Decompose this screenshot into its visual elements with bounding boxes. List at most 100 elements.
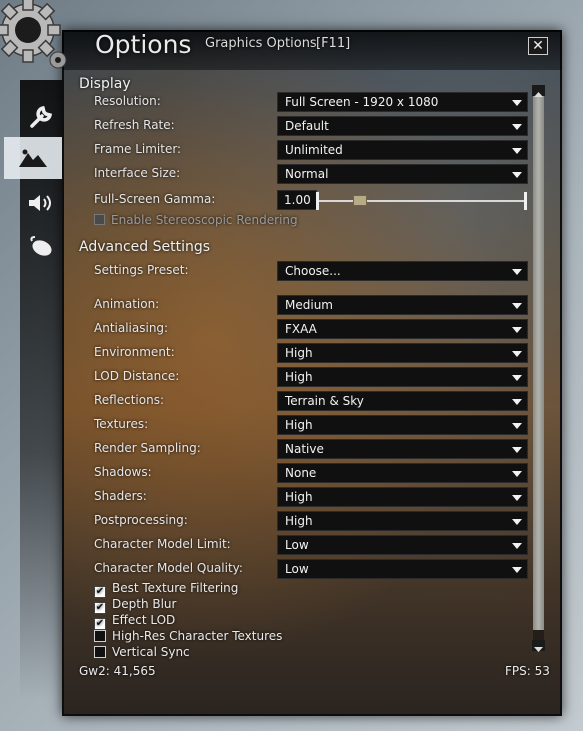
advanced-header: Advanced Settings <box>79 239 211 255</box>
postprocessing-label: Postprocessing: <box>94 513 188 527</box>
render-sampling-dropdown[interactable]: Native <box>277 439 528 459</box>
textures-label: Textures: <box>94 417 149 431</box>
textures-dropdown[interactable]: High <box>277 415 528 435</box>
animation-value: Medium <box>285 298 333 312</box>
gamma-slider-track[interactable] <box>318 200 526 202</box>
vertical-sync-label: Vertical Sync <box>112 645 190 659</box>
shaders-label: Shaders: <box>94 489 147 503</box>
build-number: Gw2: 41,565 <box>79 664 156 678</box>
character-model-limit-dropdown[interactable]: Low <box>277 535 528 555</box>
chevron-down-icon <box>512 351 522 357</box>
environment-label: Environment: <box>94 345 175 359</box>
frame-limiter-dropdown[interactable]: Unlimited <box>277 140 528 160</box>
character-model-quality-dropdown[interactable]: Low <box>277 559 528 579</box>
chevron-down-icon <box>512 375 522 381</box>
character-model-quality-label: Character Model Quality: <box>94 561 243 575</box>
effect-lod-checkbox[interactable]: ✔ Effect LOD <box>94 613 175 630</box>
scroll-up-button[interactable] <box>532 85 545 97</box>
chevron-down-icon <box>512 519 522 525</box>
tab-general[interactable] <box>20 96 62 138</box>
refresh-rate-value: Default <box>285 119 329 133</box>
speaker-icon <box>29 195 51 211</box>
stereo-checkbox: Enable Stereoscopic Rendering <box>94 213 298 227</box>
wrench-icon <box>30 105 53 128</box>
chevron-down-icon <box>512 447 522 453</box>
antialiasing-dropdown[interactable]: FXAA <box>277 319 528 339</box>
chevron-down-icon <box>512 423 522 429</box>
window-title: Options <box>95 30 192 59</box>
character-model-quality-value: Low <box>285 562 309 576</box>
scrollbar-thumb[interactable] <box>533 96 544 630</box>
gamma-label: Full-Screen Gamma: <box>94 192 216 206</box>
close-button[interactable]: ✕ <box>528 37 548 55</box>
high-res-character-textures-checkbox[interactable]: High-Res Character Textures <box>94 629 282 643</box>
gamma-slider-min <box>316 192 319 210</box>
resolution-label: Resolution: <box>94 94 161 108</box>
chevron-down-icon <box>512 303 522 309</box>
interface-size-label: Interface Size: <box>94 166 181 180</box>
shaders-dropdown[interactable]: High <box>277 487 528 507</box>
environment-value: High <box>285 346 313 360</box>
chevron-down-icon <box>512 567 522 573</box>
best-texture-filtering-checkbox[interactable]: ✔ Best Texture Filtering <box>94 581 238 598</box>
interface-size-dropdown[interactable]: Normal <box>277 164 528 184</box>
chevron-down-icon <box>512 471 522 477</box>
preset-dropdown[interactable]: Choose... <box>277 261 528 281</box>
chevron-down-icon <box>512 543 522 549</box>
chevron-down-icon <box>512 399 522 405</box>
animation-dropdown[interactable]: Medium <box>277 295 528 315</box>
frame-limiter-label: Frame Limiter: <box>94 142 182 156</box>
frame-limiter-value: Unlimited <box>285 143 343 157</box>
preset-label: Settings Preset: <box>94 263 189 277</box>
tab-graphics[interactable] <box>4 137 62 179</box>
shaders-value: High <box>285 490 313 504</box>
high-res-character-textures-label: High-Res Character Textures <box>112 629 283 643</box>
refresh-rate-dropdown[interactable]: Default <box>277 116 528 136</box>
mountains-icon <box>19 149 47 167</box>
environment-dropdown[interactable]: High <box>277 343 528 363</box>
checkbox-empty-icon <box>94 630 106 642</box>
shadows-dropdown[interactable]: None <box>277 463 528 483</box>
preset-value: Choose... <box>285 264 341 278</box>
reflections-label: Reflections: <box>94 393 165 407</box>
stereo-label: Enable Stereoscopic Rendering <box>111 213 298 227</box>
display-header: Display <box>79 76 131 92</box>
shadows-value: None <box>285 466 317 480</box>
lod-distance-value: High <box>285 370 313 384</box>
shadows-label: Shadows: <box>94 465 152 479</box>
render-sampling-label: Render Sampling: <box>94 441 201 455</box>
chevron-down-icon <box>512 148 522 154</box>
window-subtitle: Graphics Options <box>205 36 317 51</box>
chevron-down-icon <box>512 327 522 333</box>
gamma-slider-max <box>524 192 527 210</box>
effect-lod-label: Effect LOD <box>112 613 176 627</box>
checkbox-disabled-icon <box>94 214 105 225</box>
gamma-value[interactable]: 1.00 <box>277 190 317 210</box>
arrow-down-icon <box>534 647 543 652</box>
textures-value: High <box>285 418 313 432</box>
scroll-down-button[interactable] <box>532 640 545 652</box>
reflections-dropdown[interactable]: Terrain & Sky <box>277 391 528 411</box>
character-model-limit-value: Low <box>285 538 309 552</box>
postprocessing-value: High <box>285 514 313 528</box>
tab-controls[interactable] <box>20 226 62 268</box>
best-texture-filtering-label: Best Texture Filtering <box>112 581 239 595</box>
gamma-slider-thumb[interactable] <box>352 195 367 206</box>
depth-blur-label: Depth Blur <box>112 597 177 611</box>
shortcut-hint: [F11] <box>316 36 351 51</box>
refresh-rate-label: Refresh Rate: <box>94 118 175 132</box>
resolution-value: Full Screen - 1920 x 1080 <box>285 95 439 109</box>
postprocessing-dropdown[interactable]: High <box>277 511 528 531</box>
depth-blur-checkbox[interactable]: ✔ Depth Blur <box>94 597 176 614</box>
checkbox-empty-icon <box>94 646 106 658</box>
reflections-value: Terrain & Sky <box>285 394 364 408</box>
render-sampling-value: Native <box>285 442 324 456</box>
chevron-down-icon <box>512 269 522 275</box>
gear-icon <box>0 0 67 69</box>
vertical-sync-checkbox[interactable]: Vertical Sync <box>94 645 190 659</box>
resolution-dropdown[interactable]: Full Screen - 1920 x 1080 <box>277 92 528 112</box>
tab-sound[interactable] <box>20 182 62 224</box>
animation-label: Animation: <box>94 297 160 311</box>
chevron-down-icon <box>512 172 522 178</box>
lod-distance-dropdown[interactable]: High <box>277 367 528 387</box>
